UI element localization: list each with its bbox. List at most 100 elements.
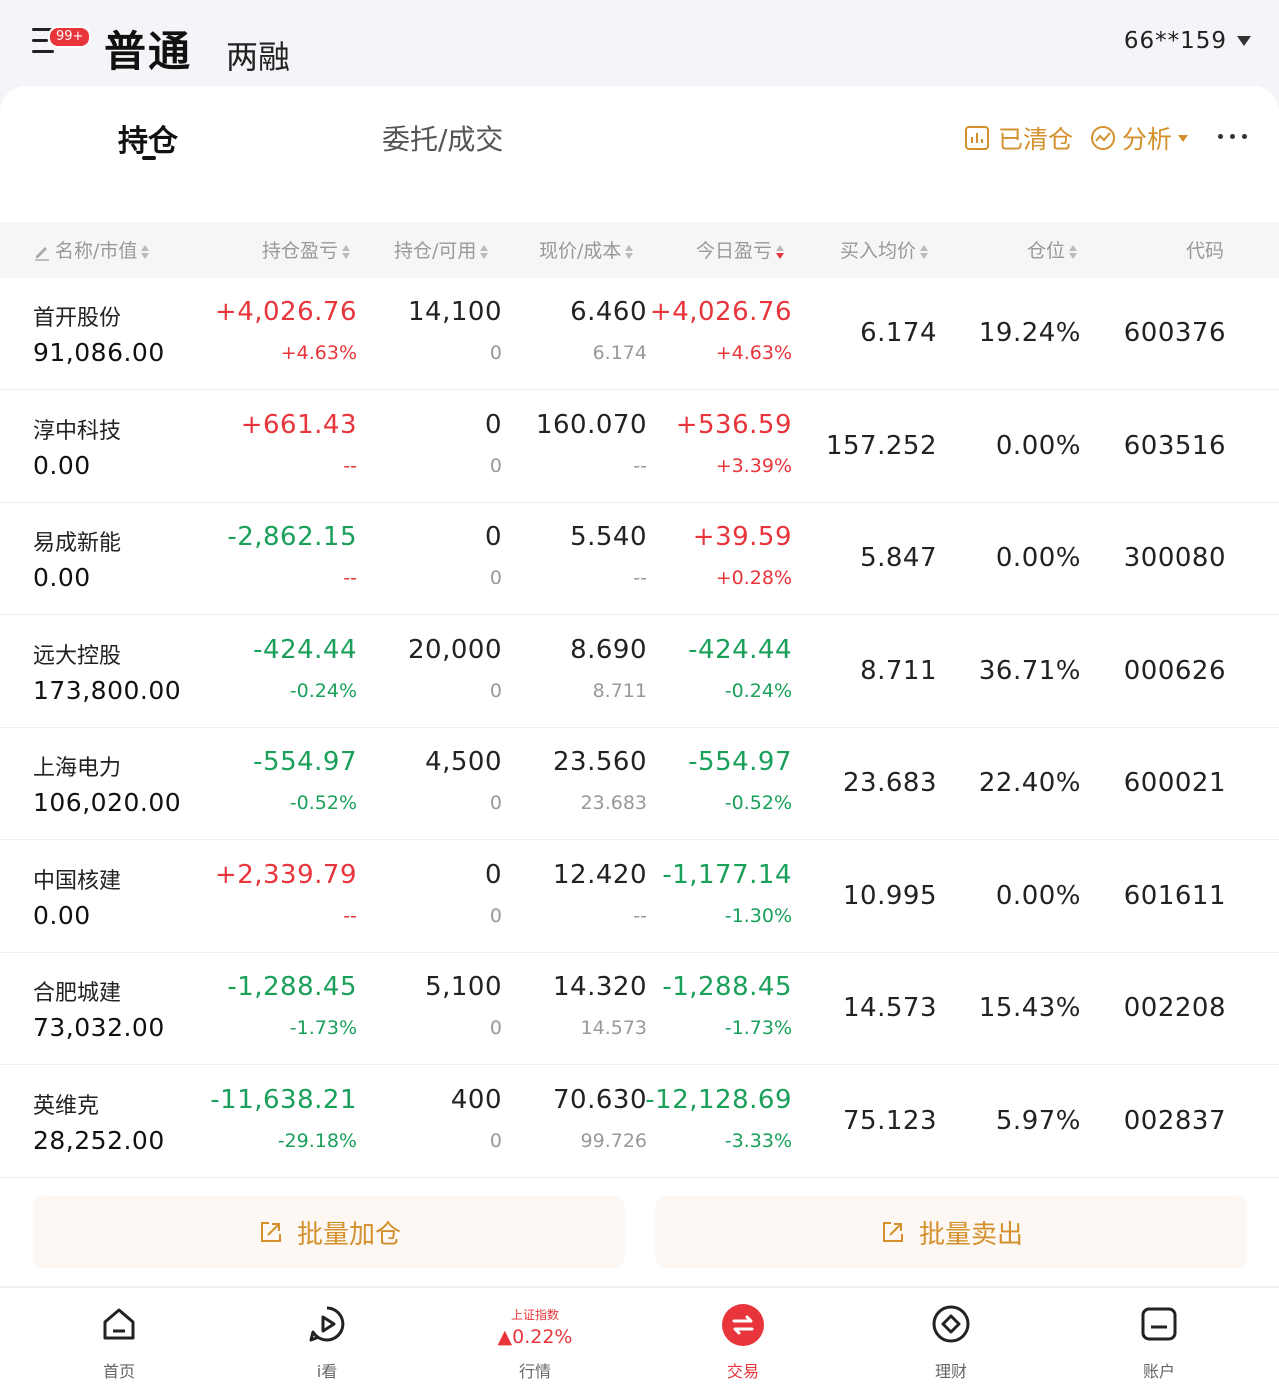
col-header-position[interactable]: 仓位 [1027,236,1078,263]
avg-buy-price: 6.174 [860,318,937,348]
tab-active-indicator [142,156,156,160]
tabbar-market[interactable]: 上证指数 ▲0.22% 行情 [465,1288,605,1391]
position-ratio: 0.00% [995,880,1081,911]
holding-pnl: +4,026.76 [214,297,357,327]
position-ratio: 19.24% [978,318,1081,348]
cost-price: 23.683 [580,792,647,814]
tabbar-watch[interactable]: i看 [257,1288,397,1391]
sort-icon [342,244,351,260]
avg-buy-price: 10.995 [843,880,937,911]
cost-price: 6.174 [592,342,647,364]
stock-code: 603516 [1123,430,1226,461]
tab-orders[interactable]: 委托/成交 [382,118,503,158]
holding-pnl-pct: -0.24% [289,679,357,702]
holding-pnl: -1,288.45 [227,972,357,1002]
table-row[interactable]: 淳中科技 0.00 +661.43 -- 0 0 160.070 -- +536.59 +3.39… [0,391,1279,503]
market-value: 28,252.00 [33,1125,165,1155]
col-header-price[interactable]: 现价/成本 [539,236,634,263]
tabbar-account[interactable]: 账户 [1089,1288,1229,1391]
table-row[interactable]: 远大控股 173,800.00 -424.44 -0.24% 20,000 0 8.690 8… [0,616,1279,728]
col-header-pnl[interactable]: 持仓盈亏 [262,236,351,263]
position-ratio: 22.40% [978,768,1081,798]
today-pnl-pct: +0.28% [715,567,792,589]
today-pnl: -424.44 [688,634,792,665]
arrow-up-icon: ▲ [497,1326,513,1348]
table-header: 名称/市值 持仓盈亏 持仓/可用 现价/成本 今日盈亏 买入均价 仓位 代码 [0,222,1279,278]
available-qty: 0 [489,1017,502,1039]
holding-pnl-pct: -- [343,567,357,589]
sort-icon [1069,244,1078,260]
tabbar-account-label: 账户 [1142,1362,1175,1381]
holding-qty: 0 [484,522,502,552]
play-icon [309,1306,345,1342]
position-ratio: 5.97% [995,1105,1081,1136]
table-row[interactable]: 上海电力 106,020.00 -554.97 -0.52% 4,500 0 23.560 2… [0,728,1279,840]
table-row[interactable]: 首开股份 91,086.00 +4,026.76 +4.63% 14,100 0 6.460… [0,278,1279,390]
sort-icon [625,244,634,260]
market-value: 0.00 [33,900,91,930]
stock-code: 002208 [1123,993,1226,1023]
home-icon [103,1308,135,1340]
table-row[interactable]: 英维克 28,252.00 -11,638.21 -29.18% 400 0 70.630 9… [0,1066,1279,1178]
holding-pnl-pct: -29.18% [277,1129,357,1152]
holding-pnl: -554.97 [253,747,357,777]
sort-icon [480,244,489,260]
table-row[interactable]: 易成新能 0.00 -2,862.15 -- 0 0 5.540 -- +39.59 +0.28%… [0,503,1279,615]
mode-tab-normal[interactable]: 普通 [104,18,192,79]
tabbar-home[interactable]: 首页 [49,1288,189,1391]
available-qty: 0 [489,792,502,814]
current-price: 160.070 [535,409,647,440]
today-pnl-pct: -3.33% [724,1129,792,1152]
position-ratio: 0.00% [995,430,1081,461]
sort-icon [920,244,929,260]
more-icon[interactable] [1216,132,1250,142]
current-price: 12.420 [553,859,647,890]
position-ratio: 0.00% [995,543,1081,573]
today-pnl-pct: -0.52% [724,792,792,814]
col-header-avg[interactable]: 买入均价 [840,236,929,263]
holding-qty: 20,000 [408,634,502,665]
today-pnl-pct: -1.73% [724,1017,792,1039]
current-price: 23.560 [553,747,647,777]
mode-tab-margin[interactable]: 两融 [226,32,290,78]
stock-name: 易成新能 [33,531,122,556]
stock-name: 上海电力 [33,756,122,781]
holding-pnl-pct: +4.63% [280,342,357,364]
tab-holdings[interactable]: 持仓 [118,116,178,160]
available-qty: 0 [489,342,502,364]
index-name: 上证指数 [510,1308,559,1322]
stock-code: 002837 [1123,1105,1226,1136]
external-link-icon [882,1222,903,1242]
caret-down-icon[interactable] [1237,36,1251,46]
holding-qty: 0 [484,409,502,440]
today-pnl: +4,026.76 [649,297,792,327]
holding-pnl: +661.43 [240,409,357,440]
analysis-button[interactable]: 分析 [1090,120,1189,156]
col-header-name[interactable]: 名称/市值 [33,236,150,263]
cleared-button[interactable]: 已清仓 [964,120,1073,156]
holding-qty: 14,100 [408,297,502,327]
account-selector[interactable]: 66**159 [1124,28,1227,54]
batch-sell-button[interactable]: 批量卖出 [655,1196,1247,1268]
trade-icon [722,1304,764,1346]
col-header-today[interactable]: 今日盈亏 [696,236,785,263]
table-row[interactable]: 中国核建 0.00 +2,339.79 -- 0 0 12.420 -- -1,177.14 -1… [0,841,1279,953]
stock-code: 000626 [1123,655,1226,686]
batch-add-button[interactable]: 批量加仓 [33,1196,625,1268]
table-row[interactable]: 合肥城建 73,032.00 -1,288.45 -1.73% 5,100 0 14.320… [0,953,1279,1065]
holding-qty: 4,500 [425,747,502,777]
holdings-tabs: 持仓 委托/成交 已清仓 分析 [0,86,1279,216]
today-pnl-pct: +3.39% [715,454,792,477]
tabbar-wealth[interactable]: 理财 [881,1288,1021,1391]
col-header-code: 代码 [1186,240,1225,262]
analysis-label: 分析 [1122,125,1173,154]
tabbar-trade[interactable]: 交易 [673,1288,813,1391]
col-header-qty[interactable]: 持仓/可用 [394,236,489,263]
notification-badge: 99+ [48,26,92,48]
cost-price: -- [633,567,647,589]
position-ratio: 36.71% [978,655,1081,686]
current-price: 8.690 [570,634,647,665]
current-price: 70.630 [553,1084,647,1115]
today-pnl-pct: -0.24% [724,679,792,702]
avg-buy-price: 75.123 [843,1105,937,1136]
